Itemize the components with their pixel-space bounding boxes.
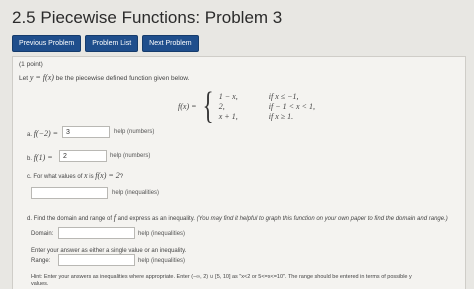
part-a-expr: f(−2) = [33,129,59,138]
part-a-label: a. [27,132,33,138]
part-a-help-link[interactable]: help (numbers) [114,129,154,135]
fx-lhs: f(x) = [178,101,197,111]
points-label: (1 point) [19,61,43,68]
part-a-input[interactable] [62,126,110,138]
hint-text-2: values. [31,281,49,287]
part-c-prompt: c. For what values of x is f(x) = 2? [27,171,123,180]
part-b-expr: f(1) = [33,153,53,162]
part-b-help-link[interactable]: help (numbers) [110,153,150,159]
part-c-help-link[interactable]: help (inequalities) [112,190,159,196]
part-c-expr: f(x) = 2 [95,171,120,180]
part-d-italic-note: (You may find it helpful to graph this f… [196,216,448,222]
case-1-expr: 1 − x, [218,91,238,101]
domain-help-link[interactable]: help (inequalities) [138,231,185,237]
part-d-prompt: d. Find the domain and range of f and ex… [27,213,448,222]
range-label: Range: [31,258,51,264]
part-a-prompt: a. f(−2) = [27,129,58,138]
case-3-cond: if x ≥ 1. [268,111,294,121]
part-c-label: c. For what values of [27,174,83,180]
case-2-expr: 2, [218,101,225,111]
piecewise-cases: 1 − x, if x ≤ −1, 2, if − 1 < x < 1, x +… [219,92,315,121]
part-b-label: b. [27,156,33,162]
part-c-mid: is [89,174,94,180]
problem-panel: (1 point) Let y = f(x) be the piecewise … [12,56,466,289]
part-c-var: x [84,171,88,180]
part-b-input[interactable] [59,150,107,162]
part-b-prompt: b. f(1) = [27,153,53,162]
part-d-text-a: d. Find the domain and range of [27,216,113,222]
intro-equation: y = f(x) [29,73,54,82]
case-2-cond: if − 1 < x < 1, [268,101,315,111]
range-help-link[interactable]: help (inequalities) [138,258,185,264]
intro-let: Let [19,75,29,82]
part-d-text-b: and express as an inequality. [117,216,195,222]
page-title: 2.5 Piecewise Functions: Problem 3 [12,8,283,27]
case-3-expr: x + 1, [218,111,238,121]
part-c-q: ? [119,174,124,180]
part-d-fn: f [113,213,116,222]
piecewise-definition: f(x) = { 1 − x, if x ≤ −1, 2, if − 1 < x… [178,87,315,125]
domain-label: Domain: [31,231,54,237]
previous-problem-button[interactable]: Previous Problem [12,35,82,52]
case-1-cond: if x ≤ −1, [268,91,299,101]
problem-nav: Previous Problem Problem List Next Probl… [12,35,199,52]
range-input[interactable] [58,254,135,266]
domain-input[interactable] [58,227,135,239]
problem-intro: Let y = f(x) be the piecewise defined fu… [19,73,189,82]
next-problem-button[interactable]: Next Problem [142,35,199,52]
hint-text: Hint: Enter your answers as inequalities… [31,274,412,280]
intro-rest: be the piecewise defined function given … [55,75,190,82]
left-brace-icon: { [202,85,214,127]
part-c-input[interactable] [31,187,108,199]
problem-list-button[interactable]: Problem List [85,35,139,52]
